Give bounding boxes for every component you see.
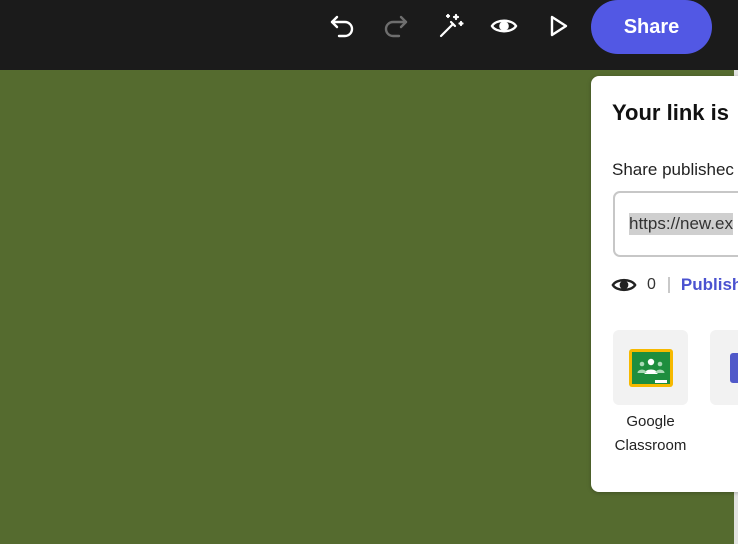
top-toolbar: Share (0, 0, 738, 70)
magic-wand-icon[interactable] (434, 10, 466, 42)
share-link-field[interactable]: https://new.ex (613, 191, 738, 257)
eye-icon[interactable] (488, 10, 520, 42)
share-link-value[interactable]: https://new.ex (629, 213, 733, 235)
publish-link[interactable]: Publish (681, 275, 738, 295)
views-eye-icon (611, 272, 637, 298)
share-panel: Your link is Share publishec https://new… (591, 76, 738, 492)
play-icon[interactable] (542, 10, 574, 42)
view-count: 0 (647, 276, 656, 293)
redo-icon[interactable] (380, 10, 412, 42)
share-link-label: Share publishec (612, 160, 734, 179)
panel-title: Your link is (612, 100, 729, 125)
google-classroom-button[interactable] (613, 330, 688, 405)
view-stats: 0 Publish (611, 271, 738, 299)
teams-icon (729, 352, 738, 383)
teams-button[interactable] (710, 330, 738, 405)
undo-icon[interactable] (326, 10, 358, 42)
app-label-line2: Classroom (614, 437, 687, 454)
divider (667, 277, 670, 293)
google-classroom-label: Google Classroom (613, 410, 688, 458)
app-label-line1: Google (626, 413, 675, 430)
google-classroom-icon (628, 348, 673, 387)
teams-label: T (710, 410, 738, 434)
share-button[interactable]: Share (591, 0, 712, 54)
